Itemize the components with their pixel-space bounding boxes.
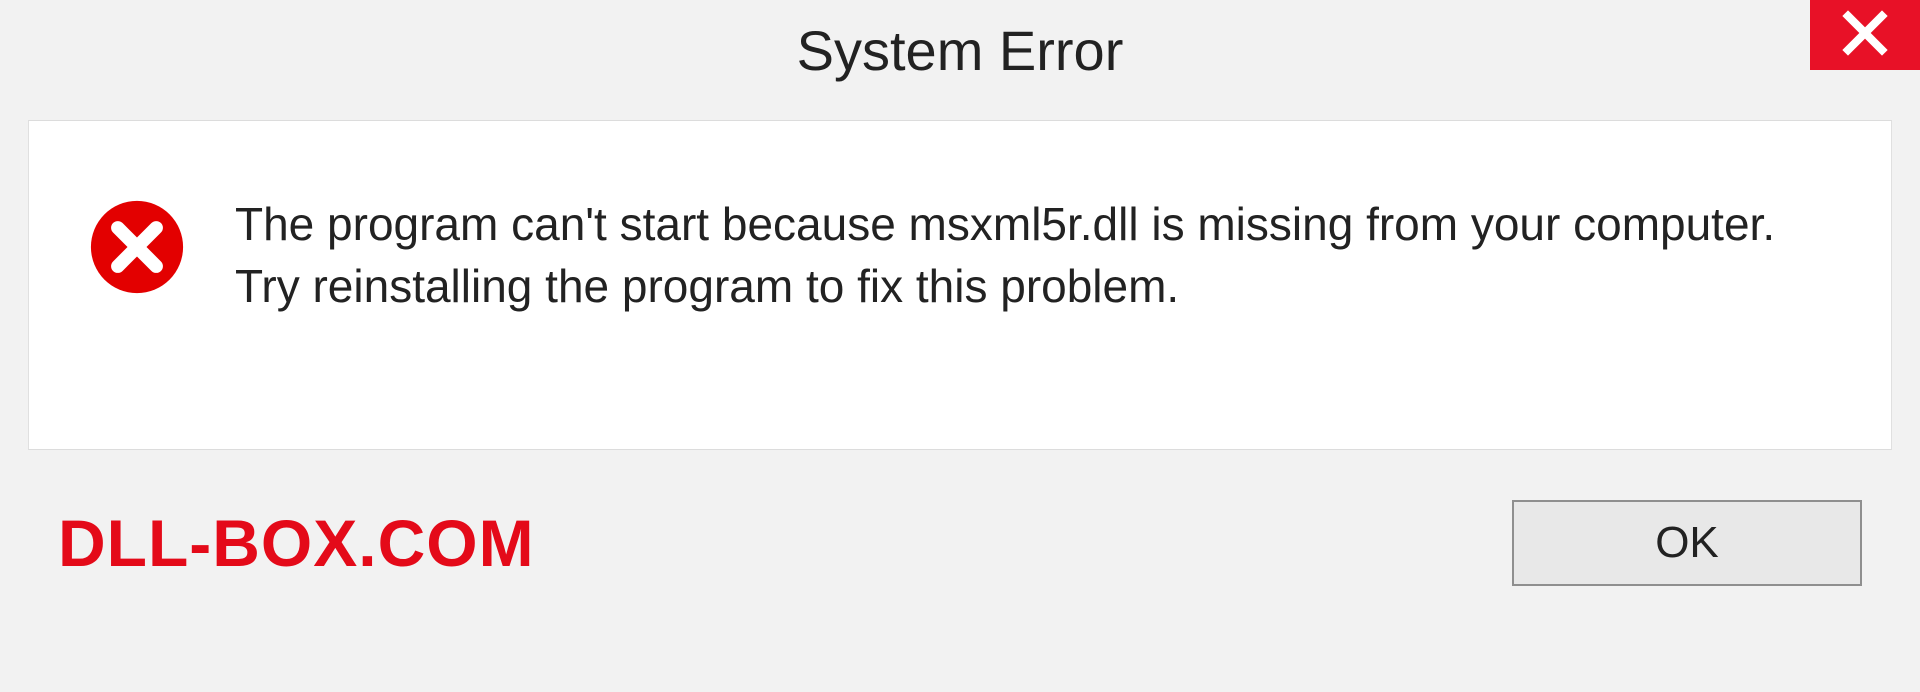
watermark-text: DLL-BOX.COM [58, 505, 535, 581]
dialog-title: System Error [797, 18, 1124, 83]
titlebar: System Error [0, 0, 1920, 100]
close-button[interactable] [1810, 0, 1920, 70]
close-icon [1842, 10, 1888, 61]
footer: DLL-BOX.COM OK [28, 450, 1892, 626]
error-message: The program can't start because msxml5r.… [235, 193, 1831, 317]
ok-button-label: OK [1655, 518, 1719, 568]
ok-button[interactable]: OK [1512, 500, 1862, 586]
error-icon [89, 199, 185, 295]
content-panel: The program can't start because msxml5r.… [28, 120, 1892, 450]
